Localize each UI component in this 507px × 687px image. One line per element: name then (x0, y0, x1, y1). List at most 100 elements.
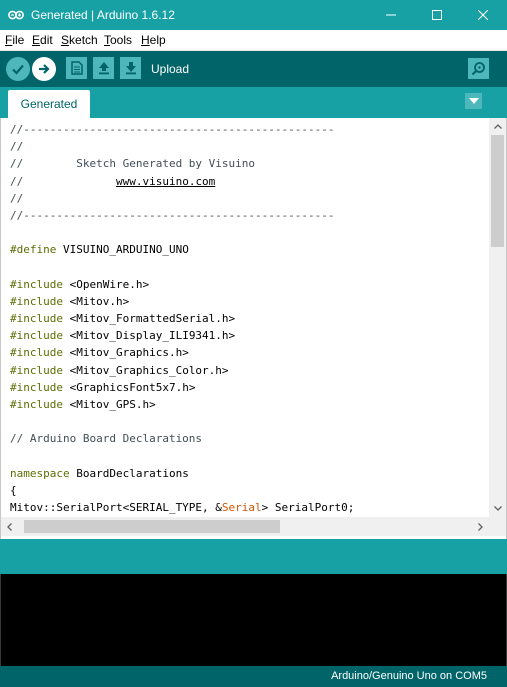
code-token: //--------------------------------------… (10, 123, 335, 136)
close-icon (478, 10, 488, 20)
code-token: #include (10, 346, 63, 360)
code-token: <Mitov.h> (62, 294, 130, 308)
code-token: <Mitov_FormattedSerial.h> (62, 312, 236, 326)
maximize-button[interactable] (414, 0, 460, 30)
code-line[interactable]: #include <Mitov_GPS.h> (10, 396, 488, 413)
verify-button[interactable] (6, 57, 30, 81)
menu-tools[interactable]: Tools (104, 33, 132, 48)
message-area[interactable] (0, 539, 507, 574)
code-token: <Mitov_Graphics_Color.h> (62, 363, 229, 377)
code-token: // (10, 191, 24, 205)
scroll-right-arrow-icon[interactable] (472, 517, 489, 536)
console-output[interactable] (0, 574, 507, 666)
upload-button[interactable] (32, 57, 56, 81)
status-bar: Arduino/Genuino Uno on COM5 (0, 666, 507, 687)
scroll-corner (489, 517, 506, 536)
open-icon (98, 62, 109, 75)
vertical-scrollbar[interactable] (489, 118, 506, 517)
code-line[interactable]: #define VISUINO_ARDUINO_UNO (10, 241, 488, 258)
toolbar-hover-label: Upload (151, 62, 190, 76)
code-line[interactable]: #include <Mitov_Graphics.h> (10, 344, 488, 361)
code-token: namespace (10, 466, 70, 480)
code-token: <Mitov_GPS.h> (62, 398, 156, 411)
code-token: #include (10, 312, 63, 326)
code-token: BoardDeclarations (69, 466, 189, 480)
maximize-icon (432, 10, 442, 20)
code-line[interactable]: #include <Mitov_FormattedSerial.h> (10, 310, 488, 327)
code-line[interactable]: namespace BoardDeclarations (10, 465, 488, 482)
code-line[interactable]: //--------------------------------------… (10, 207, 488, 224)
code-area[interactable]: //--------------------------------------… (10, 121, 488, 519)
title-bar: Generated | Arduino 1.6.12 (0, 0, 507, 30)
code-token: <Mitov_Display_ILI9341.h> (62, 329, 236, 343)
code-token: <Mitov_Graphics.h> (62, 346, 189, 360)
code-line[interactable]: //--------------------------------------… (10, 121, 488, 138)
code-line[interactable] (10, 413, 488, 430)
code-line[interactable]: // Arduino Board Declarations (10, 430, 488, 447)
code-editor[interactable]: //--------------------------------------… (0, 118, 507, 539)
code-line[interactable]: #include <Mitov_Display_ILI9341.h> (10, 327, 488, 344)
menu-edit[interactable]: Edit (32, 33, 53, 48)
menu-file[interactable]: File (5, 33, 24, 48)
code-token: // Sketch Generated by Visuino (10, 157, 256, 171)
code-line[interactable]: // Sketch Generated by Visuino (10, 155, 488, 172)
save-button[interactable] (120, 57, 141, 79)
code-token: Serial (221, 501, 262, 515)
code-line[interactable]: // (10, 190, 488, 207)
scroll-left-arrow-icon[interactable] (1, 517, 18, 536)
menu-help[interactable]: Help (141, 33, 166, 48)
new-button[interactable] (66, 57, 87, 79)
code-token: #include (10, 363, 63, 377)
code-token: Mitov::SerialPort<SERIAL_TYPE, & (10, 501, 222, 515)
scroll-up-arrow-icon[interactable] (489, 118, 506, 135)
horizontal-scrollbar[interactable] (1, 517, 489, 536)
tab-generated[interactable]: Generated (8, 90, 90, 118)
verify-icon (12, 64, 24, 75)
code-line[interactable]: { (10, 482, 488, 499)
code-token: // (10, 140, 24, 154)
code-token: VISUINO_ARDUINO_UNO (56, 243, 189, 257)
save-icon (125, 62, 136, 75)
tab-menu-button[interactable] (465, 93, 482, 109)
tab-bar: Generated (0, 87, 507, 118)
toolbar: Upload (0, 51, 507, 87)
arduino-infinity-icon (8, 10, 24, 20)
serial-monitor-icon (471, 62, 485, 76)
horizontal-scroll-thumb[interactable] (24, 520, 280, 533)
close-button[interactable] (460, 0, 506, 30)
code-token: #include (10, 380, 63, 394)
code-line[interactable] (10, 224, 488, 241)
code-token: <GraphicsFont5x7.h> (62, 380, 196, 394)
code-token: { (10, 483, 17, 497)
new-icon (70, 61, 83, 75)
minimize-icon (386, 14, 396, 16)
code-token: //--------------------------------------… (10, 208, 335, 222)
code-line[interactable]: // (10, 138, 488, 155)
menu-sketch[interactable]: Sketch (61, 33, 98, 48)
code-line[interactable]: // www.visuino.com (10, 173, 488, 190)
upload-icon (39, 64, 50, 74)
code-token: #define (10, 243, 57, 257)
code-line[interactable]: #include <Mitov.h> (10, 293, 488, 310)
code-token: #include (10, 294, 63, 308)
serial-monitor-button[interactable] (468, 58, 489, 79)
open-button[interactable] (93, 57, 114, 79)
code-token: #include (10, 329, 63, 343)
code-line[interactable]: Mitov::SerialPort<SERIAL_TYPE, &Serial> … (10, 499, 488, 516)
minimize-button[interactable] (368, 0, 414, 30)
code-token: #include (10, 277, 63, 291)
code-token: // Arduino Board Declarations (10, 432, 203, 446)
code-line[interactable]: #include <Mitov_Graphics_Color.h> (10, 362, 488, 379)
tab-menu-icon (468, 98, 479, 104)
code-line[interactable] (10, 448, 488, 465)
menu-bar: File Edit Sketch Tools Help (0, 30, 507, 51)
code-link[interactable]: www.visuino.com (116, 175, 215, 188)
scroll-down-arrow-icon[interactable] (489, 500, 506, 517)
code-token: #include (10, 398, 63, 411)
window-title: Generated | Arduino 1.6.12 (31, 8, 175, 22)
code-line[interactable] (10, 259, 488, 276)
code-line[interactable]: #include <GraphicsFont5x7.h> (10, 379, 488, 396)
vertical-scroll-thumb[interactable] (491, 135, 504, 247)
code-token: > SerialPort0; (261, 501, 355, 515)
code-line[interactable]: #include <OpenWire.h> (10, 276, 488, 293)
